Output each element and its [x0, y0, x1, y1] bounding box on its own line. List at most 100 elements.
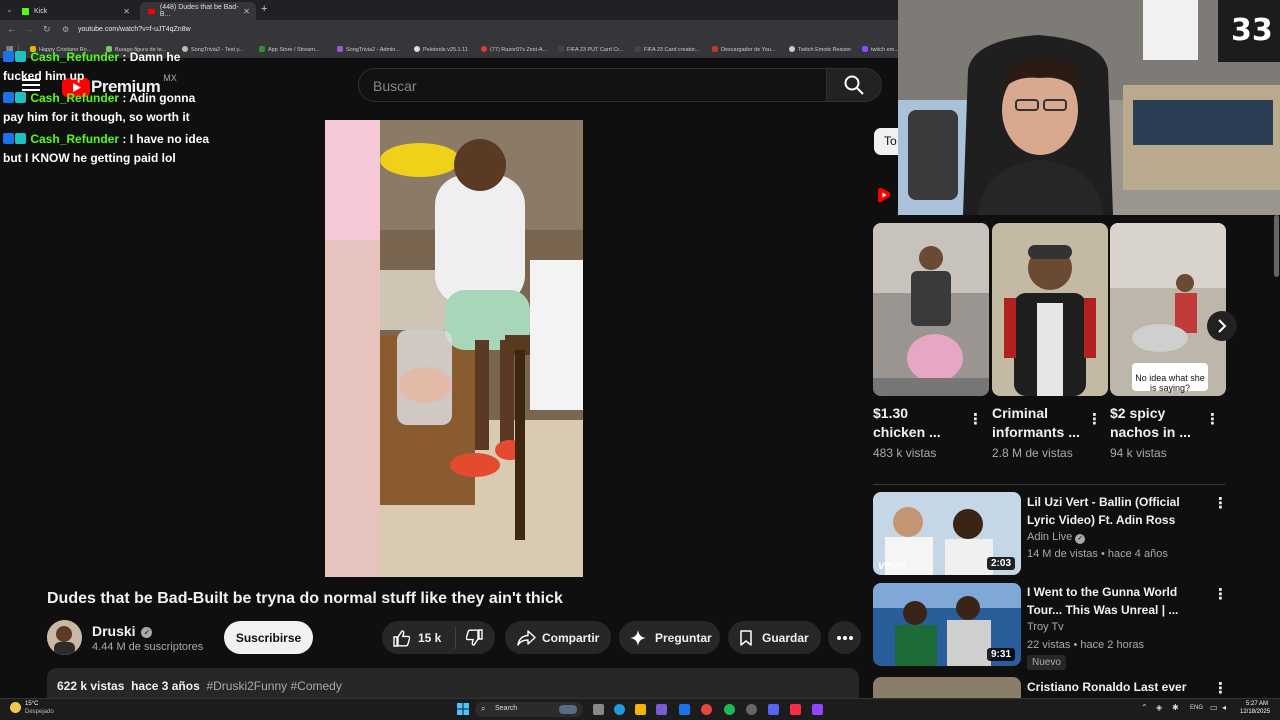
- badge-icon: [15, 133, 26, 144]
- short-title[interactable]: $1.30 chicken ...: [873, 404, 941, 442]
- share-button[interactable]: Compartir: [505, 621, 611, 654]
- chat-username: Cash_Refunder: [30, 91, 120, 105]
- more-vert-icon[interactable]: ⋮: [1213, 679, 1228, 697]
- photos-icon[interactable]: [656, 704, 667, 715]
- short-views: 94 k vistas: [1110, 446, 1167, 460]
- chrome-icon[interactable]: [701, 704, 712, 715]
- short-views: 2.8 M de vistas: [992, 446, 1073, 460]
- badge-icon: [15, 92, 26, 103]
- subscriber-count: 4.44 M de suscriptores: [92, 641, 204, 653]
- more-actions-button[interactable]: [828, 621, 861, 654]
- short-thumbnail[interactable]: [992, 223, 1108, 396]
- shorts-next-button[interactable]: [1207, 311, 1237, 341]
- tab-youtube[interactable]: (448) Dudes that be Bad-B... ✕: [140, 2, 256, 20]
- bookmark-item[interactable]: twitch em...: [862, 46, 899, 53]
- short-thumbnail[interactable]: [873, 223, 989, 396]
- bookmark-item[interactable]: Twitch Emote Resizer: [789, 46, 851, 53]
- related-channel[interactable]: Adin Live ✓: [1027, 531, 1086, 544]
- search-icon: ⌕: [481, 704, 486, 713]
- more-vert-icon[interactable]: ⋮: [1087, 410, 1102, 428]
- tab-kick[interactable]: Kick ✕: [14, 2, 136, 20]
- windows-taskbar: 15°C Despejado ⌕ Search ⌃ ◈ ✱ ENG ▭ ◂ 5:…: [0, 698, 1280, 720]
- steam-icon[interactable]: [746, 704, 757, 715]
- twitch-icon[interactable]: [812, 704, 823, 715]
- page-scrollbar[interactable]: [1274, 215, 1279, 277]
- related-thumbnail[interactable]: [873, 677, 1021, 698]
- reload-icon[interactable]: ↻: [43, 24, 51, 35]
- file-explorer-icon[interactable]: [635, 704, 646, 715]
- related-channel[interactable]: Troy Tv: [1027, 621, 1064, 633]
- save-label: Guardar: [762, 630, 809, 645]
- weather-temp: 15°C: [25, 701, 39, 707]
- close-tab-icon[interactable]: ✕: [123, 7, 130, 16]
- windows-start-icon[interactable]: [457, 703, 469, 715]
- music-icon[interactable]: [790, 704, 801, 715]
- discord-icon[interactable]: [768, 704, 779, 715]
- chevron-up-icon[interactable]: ⌃: [1141, 703, 1148, 712]
- bookmark-item[interactable]: SongTrivia2 - Admin...: [337, 46, 400, 53]
- more-vert-icon[interactable]: ⋮: [1213, 585, 1228, 603]
- bluetooth-icon[interactable]: ✱: [1172, 703, 1179, 712]
- bookmark-item[interactable]: Descargador de You...: [712, 46, 775, 53]
- network-icon[interactable]: ◈: [1156, 703, 1162, 712]
- dislike-button[interactable]: [456, 628, 494, 647]
- chat-message: Cash_Refunder : Damn he fucked him up: [3, 50, 181, 83]
- chat-message: Cash_Refunder : Adin gonna pay him for i…: [3, 91, 196, 124]
- chat-username: Cash_Refunder: [30, 132, 120, 146]
- short-thumbnail[interactable]: No idea what she is saying?: [1110, 223, 1226, 396]
- volume-icon[interactable]: ◂: [1222, 703, 1226, 712]
- ask-button[interactable]: Preguntar: [619, 621, 720, 654]
- more-vert-icon[interactable]: ⋮: [1205, 410, 1220, 428]
- search-input[interactable]: Buscar: [358, 68, 827, 102]
- language-indicator[interactable]: ENG: [1190, 705, 1203, 711]
- task-view-icon[interactable]: [593, 704, 604, 715]
- spotify-icon[interactable]: [724, 704, 735, 715]
- bookmark-item[interactable]: Peletools v25.1.11: [414, 46, 468, 53]
- short-views: 483 k vistas: [873, 446, 937, 460]
- description-header: 622 k vistas hace 3 años #Druski2Funny #…: [57, 679, 342, 693]
- clock-date[interactable]: 12/18/2025: [1240, 709, 1270, 715]
- bookmark-item[interactable]: (77) Razor97s Zest-A...: [481, 46, 547, 53]
- like-button[interactable]: 15 k: [382, 626, 456, 649]
- display-icon[interactable]: ▭: [1210, 703, 1218, 712]
- kick-favicon-icon: [22, 7, 29, 15]
- more-vert-icon[interactable]: ⋮: [1213, 494, 1228, 512]
- video-player[interactable]: [325, 120, 583, 577]
- tab-label: Kick: [34, 7, 48, 15]
- svg-text:33: 33: [1231, 13, 1273, 48]
- related-title[interactable]: Cristiano Ronaldo Last ever: [1027, 678, 1207, 696]
- channel-name[interactable]: Druski ✓: [92, 623, 153, 639]
- chat-username: Cash_Refunder: [30, 50, 120, 64]
- site-info-icon[interactable]: ⚙: [62, 25, 69, 34]
- short-title[interactable]: $2 spicy nachos in ...: [1110, 404, 1191, 442]
- search-button[interactable]: [826, 68, 882, 102]
- bookmark-item[interactable]: FIFA 23 Card creator...: [635, 46, 699, 53]
- short-title[interactable]: Criminal informants ...: [992, 404, 1080, 442]
- search-placeholder: Buscar: [373, 78, 417, 94]
- more-vert-icon[interactable]: ⋮: [968, 410, 983, 428]
- taskbar-search[interactable]: ⌕ Search: [475, 702, 583, 717]
- bookmark-item[interactable]: FIFA 23 PUT Card Cr...: [558, 46, 623, 53]
- close-tab-icon[interactable]: ✕: [243, 7, 250, 16]
- new-tab-icon[interactable]: +: [261, 3, 267, 15]
- edge-icon[interactable]: [614, 704, 625, 715]
- bookmark-item[interactable]: App Store / Stream...: [259, 46, 319, 53]
- filter-chip[interactable]: To: [874, 128, 898, 155]
- youtube-favicon-icon: [148, 8, 155, 14]
- clock-time[interactable]: 5:27 AM: [1246, 701, 1268, 707]
- related-meta: 14 M de vistas • hace 4 años: [1027, 548, 1168, 560]
- mail-icon[interactable]: [679, 704, 690, 715]
- tab-search-icon[interactable]: ⌄: [6, 5, 13, 14]
- search-highlight-icon: [559, 705, 577, 714]
- channel-avatar[interactable]: [47, 620, 82, 655]
- related-title[interactable]: I Went to the Gunna World Tour... This W…: [1027, 583, 1207, 619]
- save-button[interactable]: Guardar: [728, 621, 821, 654]
- upload-age: hace 3 años: [131, 679, 200, 693]
- related-title[interactable]: Lil Uzi Vert - Ballin (Official Lyric Vi…: [1027, 493, 1207, 529]
- forward-icon[interactable]: →: [25, 24, 34, 34]
- url-text[interactable]: youtube.com/watch?v=f-uJT4qZn8w: [78, 26, 191, 33]
- related-thumbnail[interactable]: vevo 2:03: [873, 492, 1021, 575]
- subscribe-button[interactable]: Suscribirse: [224, 621, 313, 654]
- related-thumbnail[interactable]: 9:31: [873, 583, 1021, 666]
- back-icon[interactable]: ←: [7, 24, 16, 34]
